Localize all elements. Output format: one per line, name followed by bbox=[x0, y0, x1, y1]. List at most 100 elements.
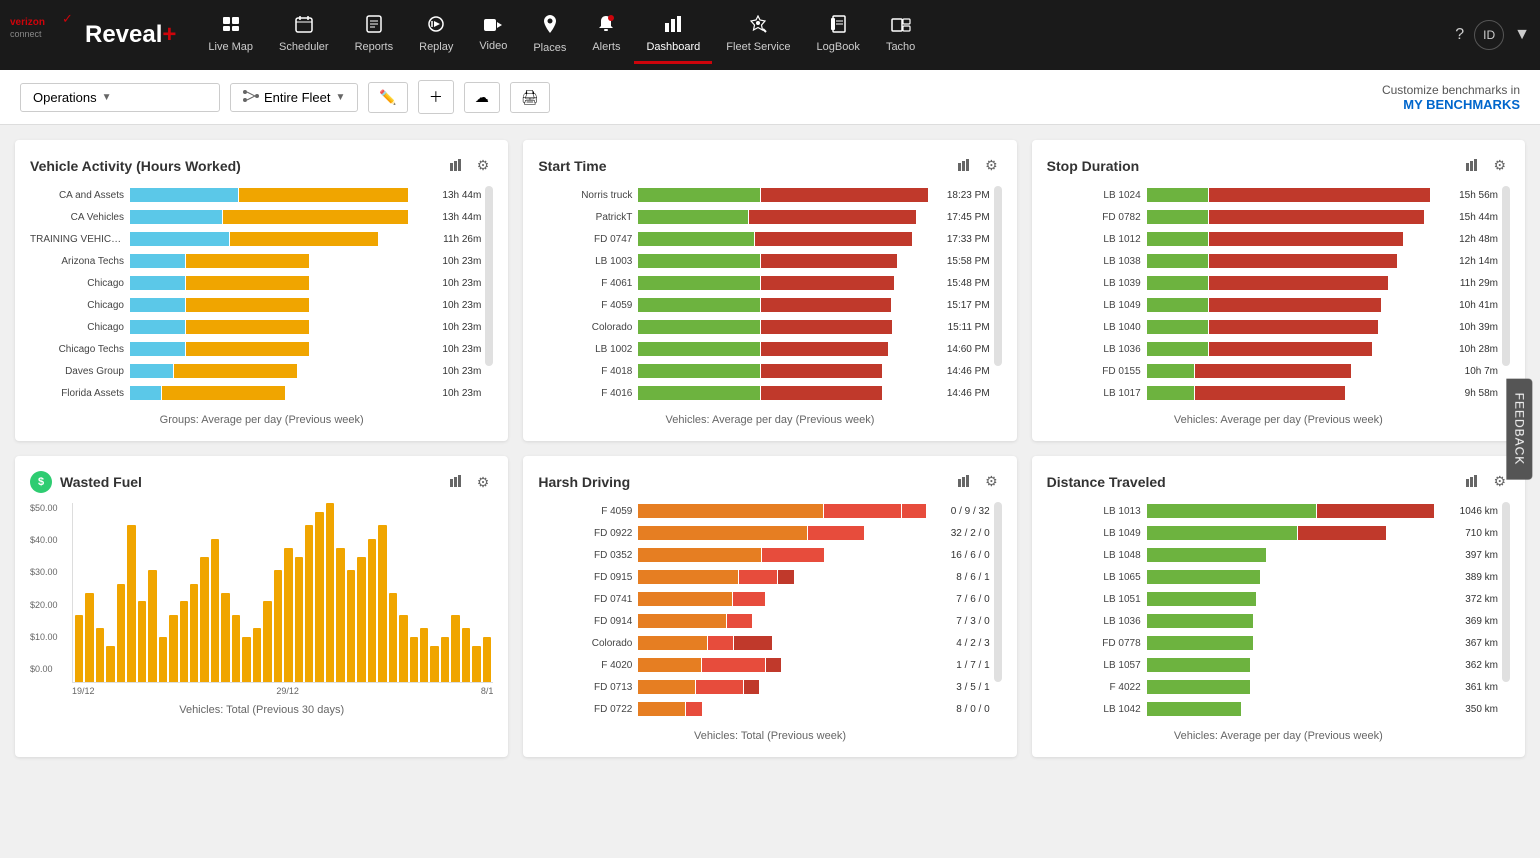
dt-row-lb1048: LB 1048 397 km bbox=[1047, 546, 1498, 564]
bar-row-chicago2: Chicago 10h 23m bbox=[30, 296, 481, 314]
fuel-bar bbox=[232, 615, 240, 682]
fuel-bar bbox=[357, 557, 365, 682]
distance-traveled-chart-area: LB 1013 1046 km LB 1049 710 km LB 1048 3… bbox=[1047, 502, 1510, 722]
user-menu-button[interactable]: ▼ bbox=[1514, 26, 1530, 44]
x-label-1912: 19/12 bbox=[72, 686, 95, 696]
dt-row-lb1036: LB 1036 369 km bbox=[1047, 612, 1498, 630]
wasted-fuel-x-labels: 19/12 29/12 8/1 bbox=[72, 686, 493, 696]
verizon-logo: verizon ✓ connect bbox=[10, 9, 80, 62]
harsh-driving-scrollbar[interactable] bbox=[994, 502, 1002, 682]
fuel-bar bbox=[75, 615, 83, 682]
svg-text:connect: connect bbox=[10, 29, 42, 39]
fuel-bar bbox=[127, 525, 135, 682]
print-icon: 🖨 bbox=[521, 89, 539, 105]
harsh-driving-actions: ⚙ bbox=[954, 471, 1002, 492]
fuel-bar bbox=[106, 646, 114, 682]
y-label-0: $0.00 bbox=[30, 664, 70, 674]
fuel-bar bbox=[399, 615, 407, 682]
harsh-driving-chart-btn[interactable] bbox=[954, 472, 976, 492]
nav-live-map-label: Live Map bbox=[208, 41, 253, 53]
harsh-driving-chart-area: F 4059 0 / 9 / 32 FD 0922 32 / 2 / 0 FD … bbox=[538, 502, 1001, 722]
dt-row-lb1049: LB 1049 710 km bbox=[1047, 524, 1498, 542]
bar-row-lb1036: LB 1036 10h 28m bbox=[1047, 340, 1498, 358]
scheduler-icon bbox=[295, 15, 313, 38]
fuel-bar bbox=[169, 615, 177, 682]
nav-dashboard[interactable]: Dashboard bbox=[634, 7, 712, 64]
wasted-fuel-settings-btn[interactable]: ⚙ bbox=[473, 472, 494, 493]
bar-row-ca-vehicles: CA Vehicles 13h 44m bbox=[30, 208, 481, 226]
edit-button[interactable]: ✏️ bbox=[368, 82, 407, 113]
nav-scheduler[interactable]: Scheduler bbox=[267, 7, 341, 64]
bar-row-lb1002: LB 1002 14:60 PM bbox=[538, 340, 989, 358]
fuel-bar bbox=[253, 628, 261, 682]
nav-fleet-service[interactable]: Fleet Service bbox=[714, 7, 802, 64]
replay-icon bbox=[427, 15, 445, 38]
nav-logbook-label: LogBook bbox=[817, 41, 860, 53]
y-label-30: $30.00 bbox=[30, 567, 70, 577]
hd-row-f4020: F 4020 1 / 7 / 1 bbox=[538, 656, 989, 674]
user-id-button[interactable]: ID bbox=[1474, 20, 1504, 50]
fleet-label: Entire Fleet bbox=[264, 90, 330, 105]
fuel-bar bbox=[263, 601, 271, 682]
stop-duration-settings-btn[interactable]: ⚙ bbox=[1489, 155, 1510, 176]
fuel-bar bbox=[85, 593, 93, 683]
nav-video[interactable]: Video bbox=[467, 8, 519, 63]
bar-row-norris: Norris truck 18:23 PM bbox=[538, 186, 989, 204]
stop-duration-widget: Stop Duration ⚙ LB 1024 15h 56m bbox=[1032, 140, 1525, 441]
vehicle-activity-chart-btn[interactable] bbox=[446, 156, 468, 176]
y-label-20: $20.00 bbox=[30, 600, 70, 610]
operations-dropdown[interactable]: Operations ▼ bbox=[20, 83, 220, 112]
y-label-50: $50.00 bbox=[30, 503, 70, 513]
bar-row-fd0782: FD 0782 15h 44m bbox=[1047, 208, 1498, 226]
hd-row-fd0741: FD 0741 7 / 6 / 0 bbox=[538, 590, 989, 608]
hd-row-fd0915: FD 0915 8 / 6 / 1 bbox=[538, 568, 989, 586]
start-time-chart-btn[interactable] bbox=[954, 156, 976, 176]
nav-replay[interactable]: Replay bbox=[407, 7, 465, 64]
my-benchmarks-link[interactable]: MY BENCHMARKS bbox=[1382, 97, 1520, 112]
feedback-tab[interactable]: FEEDBACK bbox=[1507, 379, 1533, 480]
fuel-bar bbox=[148, 570, 156, 682]
stop-duration-actions: ⚙ bbox=[1462, 155, 1510, 176]
y-label-40: $40.00 bbox=[30, 535, 70, 545]
hd-row-fd0352: FD 0352 16 / 6 / 0 bbox=[538, 546, 989, 564]
header: verizon ✓ connect Reveal+ Live Map Sched… bbox=[0, 0, 1540, 70]
harsh-driving-widget: Harsh Driving ⚙ F 4059 0 / 9 / 32 bbox=[523, 456, 1016, 757]
fuel-bar bbox=[274, 570, 282, 682]
start-time-bars: Norris truck 18:23 PM PatrickT 17:45 PM … bbox=[538, 186, 989, 406]
bar-row-f4018: F 4018 14:46 PM bbox=[538, 362, 989, 380]
logbook-icon bbox=[830, 15, 846, 38]
wasted-fuel-chart-wrapper: $50.00 $40.00 $30.00 $20.00 $10.00 $0.00… bbox=[30, 503, 493, 696]
start-time-scrollbar[interactable] bbox=[994, 186, 1002, 366]
fleet-dropdown[interactable]: Entire Fleet ▼ bbox=[230, 83, 358, 112]
stop-duration-scrollbar[interactable] bbox=[1502, 186, 1510, 366]
start-time-settings-btn[interactable]: ⚙ bbox=[981, 155, 1002, 176]
nav-reports[interactable]: Reports bbox=[343, 7, 406, 64]
vehicle-activity-settings-btn[interactable]: ⚙ bbox=[473, 155, 494, 176]
stop-duration-title: Stop Duration bbox=[1047, 158, 1463, 174]
fuel-bar bbox=[305, 525, 313, 682]
bar-row-f4061: F 4061 15:48 PM bbox=[538, 274, 989, 292]
nav-alerts[interactable]: Alerts bbox=[580, 7, 632, 64]
wasted-fuel-footer: Vehicles: Total (Previous 30 days) bbox=[30, 704, 493, 716]
nav-tacho[interactable]: Tacho bbox=[874, 7, 927, 64]
add-button[interactable]: ＋ bbox=[418, 80, 454, 114]
nav-live-map[interactable]: Live Map bbox=[196, 7, 265, 64]
wasted-fuel-chart-btn[interactable] bbox=[446, 472, 468, 492]
fuel-bar bbox=[211, 539, 219, 682]
harsh-driving-settings-btn[interactable]: ⚙ bbox=[981, 471, 1002, 492]
vehicle-activity-header: Vehicle Activity (Hours Worked) ⚙ bbox=[30, 155, 493, 176]
fuel-bar bbox=[180, 601, 188, 682]
help-button[interactable]: ? bbox=[1455, 26, 1464, 44]
stop-duration-chart-btn[interactable] bbox=[1462, 156, 1484, 176]
dt-row-lb1065: LB 1065 389 km bbox=[1047, 568, 1498, 586]
dt-row-lb1057: LB 1057 362 km bbox=[1047, 656, 1498, 674]
nav-places[interactable]: Places bbox=[521, 6, 578, 65]
places-icon bbox=[543, 14, 557, 39]
upload-button[interactable]: ☁ bbox=[464, 82, 500, 113]
vehicle-activity-scrollbar[interactable] bbox=[485, 186, 493, 366]
bar-row-chicago-techs: Chicago Techs 10h 23m bbox=[30, 340, 481, 358]
nav-logbook[interactable]: LogBook bbox=[805, 7, 872, 64]
print-button[interactable]: 🖨 bbox=[510, 82, 550, 113]
distance-traveled-scrollbar[interactable] bbox=[1502, 502, 1510, 682]
distance-traveled-chart-btn[interactable] bbox=[1462, 472, 1484, 492]
